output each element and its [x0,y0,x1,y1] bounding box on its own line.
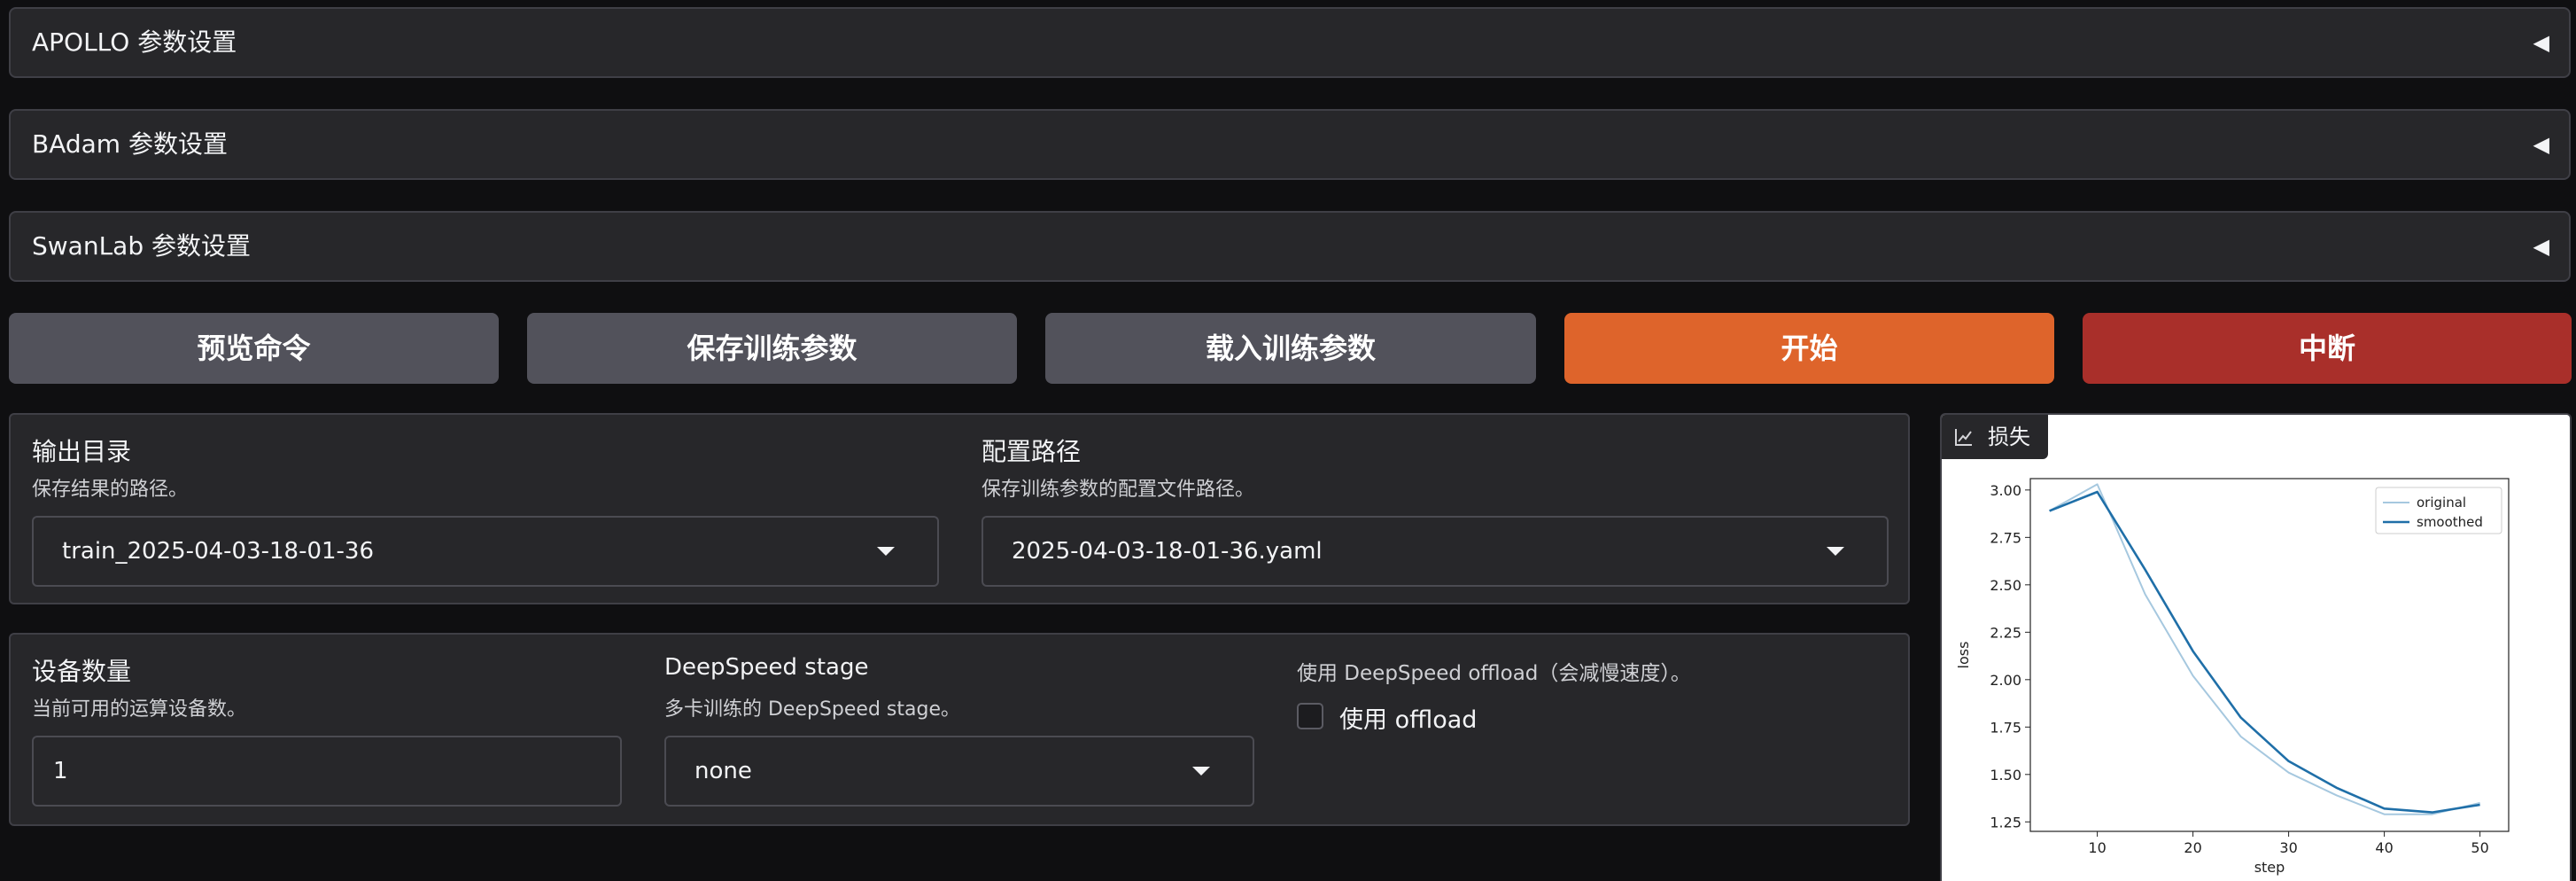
accordion-swanlab[interactable]: SwanLab 参数设置 ◀ [9,211,2571,282]
ds-stage-dropdown[interactable]: none [664,736,1254,807]
accordion-title: SwanLab 参数设置 [32,231,252,261]
chevron-down-icon[interactable] [1192,767,1210,776]
chevron-down-icon[interactable] [1827,547,1844,556]
accordion-badam[interactable]: BAdam 参数设置 ◀ [9,109,2571,180]
accordion-title: BAdam 参数设置 [32,129,228,159]
legend-label-original: original [2417,495,2466,511]
y-tick-label: 2.50 [1990,577,2021,594]
output-dir-label: 输出目录 [32,437,132,466]
y-tick-label: 1.50 [1990,767,2021,784]
x-tick-label: 40 [2375,839,2393,856]
device-count-info: 当前可用的运算设备数。 [32,698,247,721]
save-args-button[interactable]: 保存训练参数 [527,313,1017,384]
device-panel: 设备数量 当前可用的运算设备数。 1 DeepSpeed stage 多卡训练的… [9,633,1910,826]
x-axis-label: step [2254,859,2285,876]
series-line-smoothed [2049,490,2480,814]
y-tick-label: 1.75 [1990,719,2021,736]
plot-tag-label: 损失 [1988,425,2030,449]
collapse-arrow-icon[interactable]: ◀ [2533,213,2549,280]
collapse-arrow-icon[interactable]: ◀ [2533,9,2549,76]
x-tick-label: 50 [2471,839,2488,856]
device-count-input[interactable]: 1 [32,736,622,807]
ds-stage-label: DeepSpeed stage [664,654,869,681]
accordion-apollo[interactable]: APOLLO 参数设置 ◀ [9,7,2571,78]
config-path-dropdown[interactable]: 2025-04-03-18-01-36.yaml [982,516,1889,587]
y-tick-label: 3.00 [1990,482,2021,499]
x-tick-label: 10 [2088,839,2106,856]
load-args-button[interactable]: 载入训练参数 [1045,313,1536,384]
start-button[interactable]: 开始 [1564,313,2054,384]
device-count-label: 设备数量 [32,657,132,686]
y-tick-label: 2.75 [1990,529,2021,546]
config-path-info: 保存训练参数的配置文件路径。 [982,479,1255,501]
legend-label-smoothed: smoothed [2417,514,2483,530]
output-dir-value: train_2025-04-03-18-01-36 [62,538,375,565]
preview-command-button[interactable]: 预览命令 [9,313,499,384]
ds-stage-value: none [694,758,752,784]
y-tick-label: 2.25 [1990,624,2021,641]
y-tick-label: 1.25 [1990,814,2021,830]
ds-stage-info: 多卡训练的 DeepSpeed stage。 [664,698,960,721]
output-dir-dropdown[interactable]: train_2025-04-03-18-01-36 [32,516,939,587]
x-tick-label: 30 [2279,839,2297,856]
device-count-value: 1 [53,758,68,784]
abort-button[interactable]: 中断 [2083,313,2572,384]
loss-chart: 10 20 30 40 50 1.25 1.50 1.75 2.00 2.25 2.50 2.75 3.… [1955,478,2510,876]
y-tick-label: 2.00 [1990,672,2021,689]
loss-plot-panel: 10 20 30 40 50 1.25 1.50 1.75 2.00 2.25 2.50 2.75 3.… [1940,413,2572,881]
x-tick-label: 20 [2184,839,2201,856]
collapse-arrow-icon[interactable]: ◀ [2533,111,2549,178]
chevron-down-icon[interactable] [877,547,895,556]
config-path-value: 2025-04-03-18-01-36.yaml [1012,538,1323,565]
output-dir-info: 保存结果的路径。 [32,479,189,501]
ds-offload-info: 使用 DeepSpeed offload（会减慢速度）。 [1297,662,1691,685]
line-chart-icon [1955,429,1972,446]
config-path-label: 配置路径 [982,437,1082,466]
accordion-title: APOLLO 参数设置 [32,27,237,57]
ds-offload-checkbox[interactable] [1297,703,1323,729]
ds-offload-label[interactable]: 使用 offload [1339,700,1477,735]
y-axis-label: loss [1955,642,1972,669]
plot-tag: 损失 [1942,415,2048,459]
output-panel: 输出目录 保存结果的路径。 train_2025-04-03-18-01-36 … [9,413,1910,604]
